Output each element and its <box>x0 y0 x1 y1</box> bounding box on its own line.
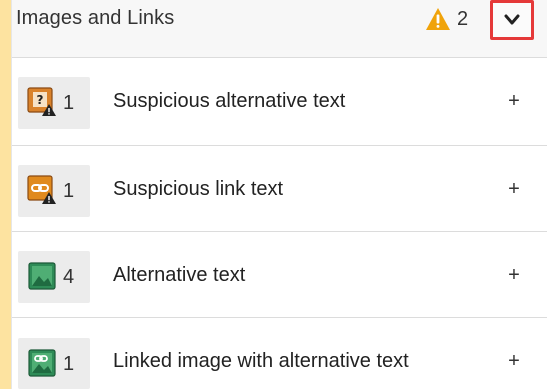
images-and-links-section: Images and Links 2 ? 1 Suspicious altern… <box>11 0 547 389</box>
issue-label: Suspicious alternative text <box>113 90 346 112</box>
issue-label: Alternative text <box>113 264 246 286</box>
svg-text:?: ? <box>37 93 44 107</box>
issue-count: 1 <box>63 92 75 114</box>
panel-accent-bar <box>0 0 11 389</box>
expand-plus-icon[interactable]: + <box>506 264 522 287</box>
issue-badge: ? 1 <box>18 77 90 129</box>
warning-triangle-icon <box>426 8 450 30</box>
expand-plus-icon[interactable]: + <box>506 90 522 113</box>
issue-count: 1 <box>63 353 75 375</box>
collapse-toggle-button[interactable] <box>490 0 534 40</box>
suspicious-alt-text-icon: ? <box>27 87 56 116</box>
suspicious-link-text-icon <box>27 175 56 204</box>
accessibility-panel: Images and Links 2 ? 1 Suspicious altern… <box>0 0 547 389</box>
issue-count: 4 <box>63 266 75 288</box>
chevron-down-icon <box>504 14 520 25</box>
section-title: Images and Links <box>16 7 175 29</box>
issue-list: ? 1 Suspicious alternative text + 1 Susp… <box>12 58 547 389</box>
alternative-text-image-icon <box>28 262 56 290</box>
issue-badge: 1 <box>18 165 90 217</box>
issue-row-linked-image[interactable]: 1 Linked image with alternative text + <box>12 318 547 389</box>
issue-row-suspicious-alt-text[interactable]: ? 1 Suspicious alternative text + <box>12 58 547 146</box>
warning-summary: 2 <box>425 7 468 31</box>
issue-label: Suspicious link text <box>113 178 284 200</box>
issue-row-suspicious-link-text[interactable]: 1 Suspicious link text + <box>12 146 547 232</box>
expand-plus-icon[interactable]: + <box>506 350 522 373</box>
issue-count: 1 <box>63 180 75 202</box>
linked-image-icon <box>28 349 56 377</box>
warning-count: 2 <box>457 7 469 30</box>
issue-row-alternative-text[interactable]: 4 Alternative text + <box>12 232 547 318</box>
issue-badge: 1 <box>18 338 90 389</box>
section-header[interactable]: Images and Links 2 <box>12 0 547 58</box>
issue-badge: 4 <box>18 251 90 303</box>
expand-plus-icon[interactable]: + <box>506 178 522 201</box>
issue-label: Linked image with alternative text <box>113 350 409 372</box>
